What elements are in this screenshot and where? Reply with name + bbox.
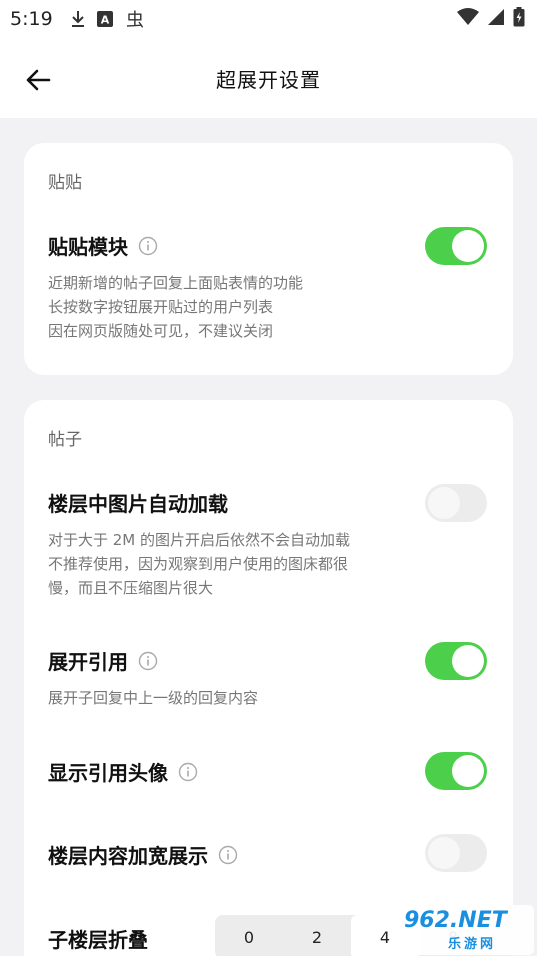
quote-avatar-toggle[interactable] [425, 752, 487, 790]
fold-option-2[interactable]: 2 [283, 915, 351, 956]
signal-icon [487, 8, 505, 30]
setting-label: 展开引用 [48, 650, 128, 674]
desc-line: 对于大于 2M 的图片开启后依然不会自动加载 [48, 531, 351, 549]
section-header: 帖子 [48, 430, 82, 450]
status-bar: 5:19 A 虫 [0, 0, 537, 38]
section-header: 贴贴 [48, 173, 82, 193]
auto-load-images-toggle[interactable] [425, 484, 487, 522]
setting-label: 子楼层折叠 [48, 928, 148, 952]
download-icon [71, 10, 85, 28]
status-time: 5:19 [10, 8, 53, 30]
expand-quote-toggle[interactable] [425, 642, 487, 680]
watermark-logo: 962.NET 乐游网 [398, 905, 534, 955]
desc-line: 长按数字按钮展开贴过的用户列表 [48, 298, 274, 316]
app-bar: 超展开设置 [0, 38, 537, 118]
setting-label: 贴贴模块 [48, 235, 128, 259]
setting-title-fold: 子楼层折叠 [48, 924, 148, 953]
setting-description: 近期新增的帖子回复上面贴表情的功能 长按数字按钮展开贴过的用户列表 因在网页版随… [48, 271, 418, 343]
setting-title-quote-avatar: 显示引用头像 [48, 757, 198, 786]
svg-text:A: A [100, 14, 109, 27]
desc-line: 近期新增的帖子回复上面贴表情的功能 [48, 274, 304, 292]
setting-label: 楼层中图片自动加载 [48, 492, 228, 516]
info-icon[interactable] [138, 236, 158, 256]
desc-line: 因在网页版随处可见，不建议关闭 [48, 322, 274, 340]
page-title: 超展开设置 [216, 67, 321, 92]
desc-line: 慢，而且不压缩图片很大 [48, 579, 214, 597]
setting-description: 展开子回复中上一级的回复内容 [48, 686, 418, 710]
wide-content-toggle[interactable] [425, 834, 487, 872]
bug-icon: 虫 [125, 9, 145, 29]
desc-line: 展开子回复中上一级的回复内容 [48, 689, 259, 707]
setting-title-expand-quote: 展开引用 [48, 646, 158, 675]
info-icon[interactable] [218, 845, 238, 865]
a-badge-icon: A [96, 11, 113, 27]
setting-label: 显示引用头像 [48, 761, 168, 785]
section-card-tieti: 贴贴 贴贴模块 近期新增的帖子回复上面贴表情的功能 长按数字按钮展开贴过的用户列… [24, 143, 513, 375]
desc-line: 不推荐使用，因为观察到用户使用的图床都很 [48, 555, 349, 573]
watermark-sub: 乐游网 [448, 936, 497, 952]
toggle-knob [428, 487, 460, 519]
watermark-brand: 962.NET [404, 907, 507, 933]
setting-description: 对于大于 2M 的图片开启后依然不会自动加载 不推荐使用，因为观察到用户使用的图… [48, 528, 418, 600]
battery-charging-icon [513, 7, 525, 31]
setting-title-wide-content: 楼层内容加宽展示 [48, 840, 238, 869]
fold-option-0[interactable]: 0 [215, 915, 283, 956]
section-card-post: 帖子 楼层中图片自动加载 对于大于 2M 的图片开启后依然不会自动加载 不推荐使… [24, 400, 515, 956]
status-right [457, 7, 525, 31]
toggle-knob [428, 837, 460, 869]
toggle-knob [452, 645, 484, 677]
tieti-module-toggle[interactable] [425, 227, 487, 265]
info-icon[interactable] [178, 762, 198, 782]
info-icon[interactable] [138, 651, 158, 671]
setting-title-auto-load-images: 楼层中图片自动加载 [48, 488, 228, 517]
wifi-icon [457, 8, 479, 30]
toggle-knob [452, 230, 484, 262]
back-button[interactable] [18, 60, 58, 100]
setting-title-tieti-module: 贴贴模块 [48, 231, 158, 260]
arrow-left-icon [26, 69, 51, 91]
toggle-knob [452, 755, 484, 787]
setting-label: 楼层内容加宽展示 [48, 844, 208, 868]
svg-text:虫: 虫 [126, 10, 144, 29]
